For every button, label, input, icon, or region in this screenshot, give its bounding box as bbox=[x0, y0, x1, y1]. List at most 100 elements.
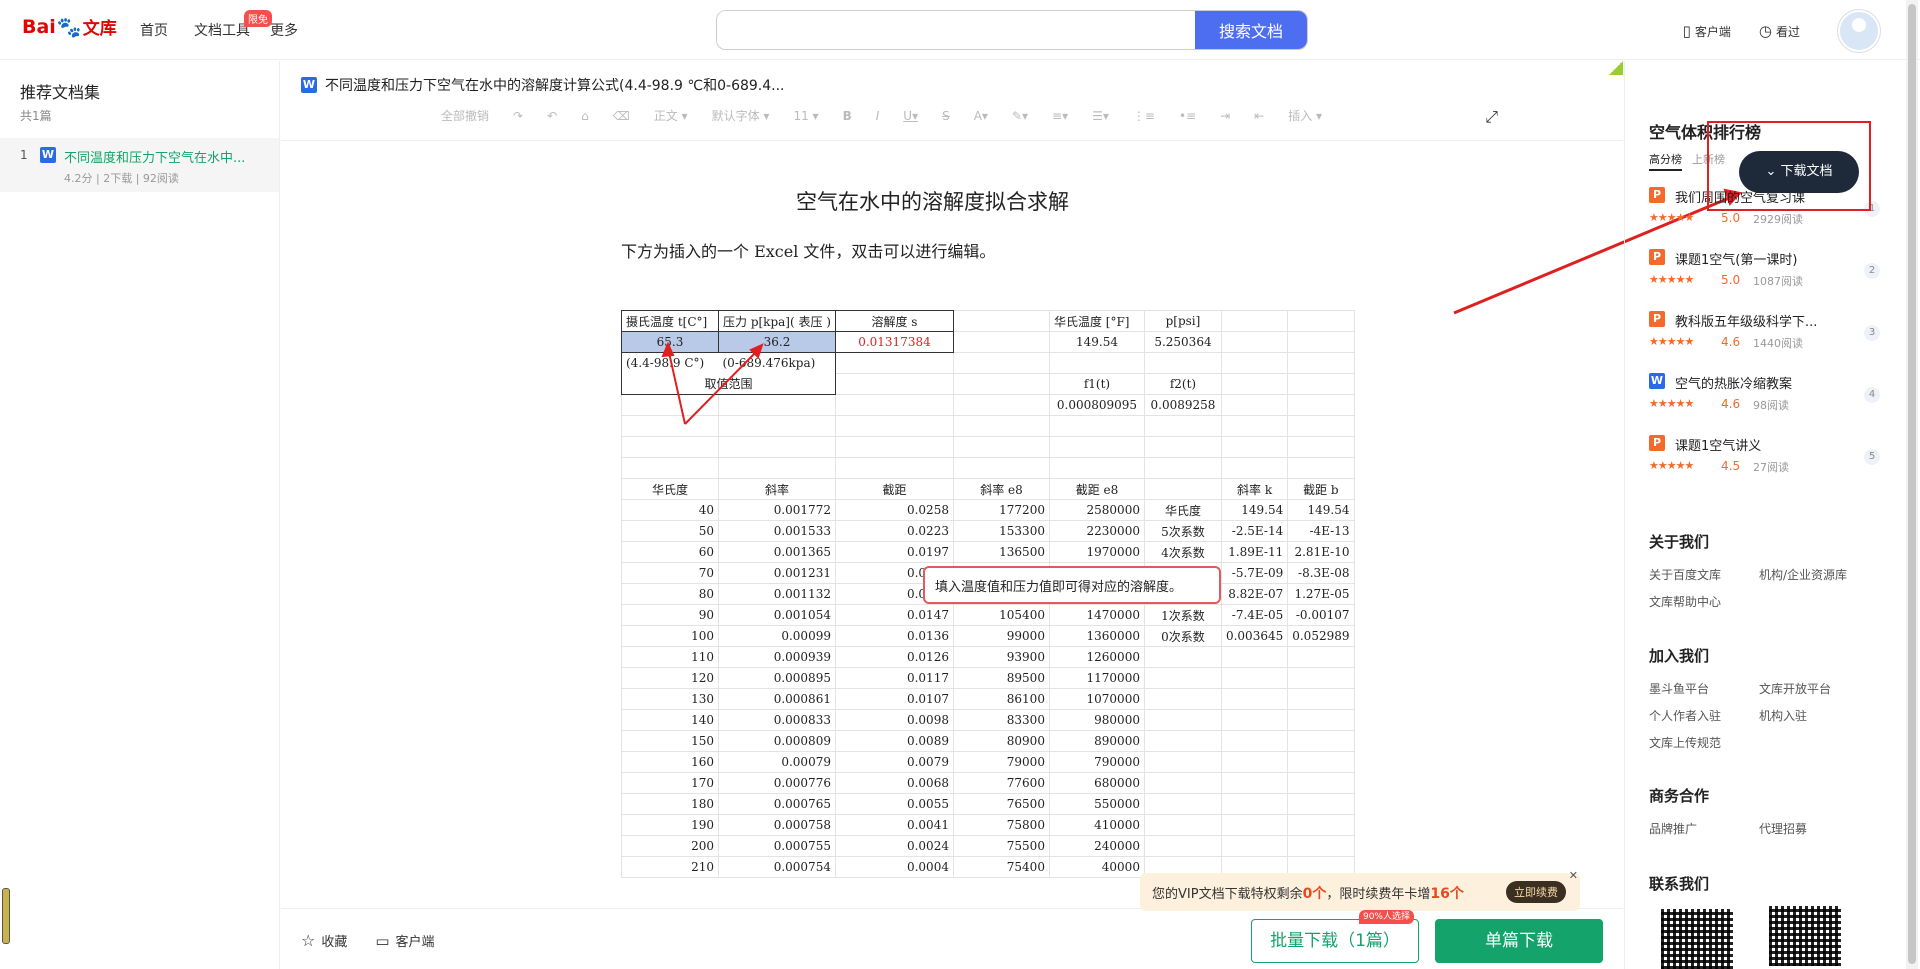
table-cell[interactable]: 0.0223 bbox=[834, 520, 954, 542]
table-cell[interactable]: 153300 bbox=[952, 520, 1050, 542]
table-header-cell[interactable]: 斜率 k bbox=[1220, 478, 1289, 500]
bullet-list-icon[interactable]: •≡ bbox=[1179, 109, 1196, 123]
cell[interactable] bbox=[1287, 394, 1355, 416]
table-cell[interactable] bbox=[1287, 667, 1355, 689]
table-cell[interactable] bbox=[1287, 772, 1355, 794]
table-cell[interactable]: 550000 bbox=[1048, 793, 1145, 815]
search-button[interactable]: 搜索文档 bbox=[1195, 11, 1307, 49]
table-cell[interactable]: 170 bbox=[621, 772, 719, 794]
table-cell[interactable]: 210 bbox=[621, 856, 719, 878]
table-cell[interactable]: 0.000758 bbox=[718, 814, 836, 836]
cell[interactable] bbox=[1287, 457, 1355, 479]
table-cell[interactable]: 0.0117 bbox=[834, 667, 954, 689]
table-cell[interactable] bbox=[1220, 835, 1289, 857]
table-cell[interactable] bbox=[1220, 793, 1289, 815]
table-cell[interactable]: 150 bbox=[621, 730, 719, 752]
about-link[interactable]: 关于百度文库 bbox=[1649, 566, 1759, 583]
cell[interactable] bbox=[952, 394, 1050, 416]
close-icon[interactable]: ✕ bbox=[1569, 869, 1578, 882]
join-link[interactable]: 墨斗鱼平台 bbox=[1649, 680, 1759, 697]
table-cell[interactable]: 0.001365 bbox=[718, 541, 836, 563]
table-cell[interactable]: 0.0004 bbox=[834, 856, 954, 878]
cell[interactable] bbox=[1143, 436, 1222, 458]
table-cell[interactable]: 0.001231 bbox=[718, 562, 836, 584]
table-cell[interactable]: 105400 bbox=[952, 604, 1050, 626]
batch-download-button[interactable]: 批量下载（1篇） 90%人选择 bbox=[1251, 910, 1419, 963]
cell[interactable] bbox=[834, 373, 954, 395]
table-cell[interactable]: 0.000939 bbox=[718, 646, 836, 668]
table-cell[interactable]: 180 bbox=[621, 793, 719, 815]
table-cell[interactable] bbox=[1143, 793, 1222, 815]
table-cell[interactable]: 93900 bbox=[952, 646, 1050, 668]
cell[interactable] bbox=[1220, 373, 1289, 395]
nav-more[interactable]: 更多 bbox=[270, 20, 298, 40]
client-link[interactable]: ▯ 客户端 bbox=[1683, 22, 1731, 40]
table-cell[interactable]: 149.54 bbox=[1220, 499, 1289, 521]
table-cell[interactable] bbox=[1287, 835, 1355, 857]
table-cell[interactable]: 0.00079 bbox=[718, 751, 836, 773]
table-cell[interactable]: 77600 bbox=[952, 772, 1050, 794]
table-cell[interactable]: 86100 bbox=[952, 688, 1050, 710]
baidu-wenku-logo[interactable]: Bai 🐾 文库 bbox=[22, 14, 117, 40]
table-cell[interactable]: 0.000776 bbox=[718, 772, 836, 794]
table-cell[interactable]: 83300 bbox=[952, 709, 1050, 731]
cell[interactable] bbox=[1048, 436, 1145, 458]
undo-all-button[interactable]: 全部撤销 bbox=[441, 107, 489, 124]
cell[interactable] bbox=[718, 436, 836, 458]
table-cell[interactable] bbox=[1143, 667, 1222, 689]
table-cell[interactable]: 0.000765 bbox=[718, 793, 836, 815]
table-cell[interactable]: -0.00107 bbox=[1287, 604, 1355, 626]
table-cell[interactable]: 99000 bbox=[952, 625, 1050, 647]
table-cell[interactable]: -7.4E-05 bbox=[1220, 604, 1289, 626]
table-cell[interactable]: 0.00099 bbox=[718, 625, 836, 647]
table-cell[interactable]: 1次系数 bbox=[1143, 604, 1222, 626]
table-cell[interactable]: 410000 bbox=[1048, 814, 1145, 836]
table-cell[interactable]: 1360000 bbox=[1048, 625, 1145, 647]
cell[interactable] bbox=[1220, 436, 1289, 458]
cell[interactable] bbox=[621, 457, 719, 479]
table-cell[interactable]: 0次系数 bbox=[1143, 625, 1222, 647]
highlight-icon[interactable]: ✎▾ bbox=[1012, 109, 1028, 123]
cell[interactable]: (0-689.476kpa) bbox=[718, 352, 836, 374]
table-cell[interactable]: 2.81E-10 bbox=[1287, 541, 1355, 563]
table-cell[interactable]: 89500 bbox=[952, 667, 1050, 689]
table-cell[interactable]: 0.000861 bbox=[718, 688, 836, 710]
cell[interactable] bbox=[952, 310, 1050, 332]
cell[interactable] bbox=[834, 394, 954, 416]
table-cell[interactable]: 60 bbox=[621, 541, 719, 563]
table-cell[interactable]: 2230000 bbox=[1048, 520, 1145, 542]
table-cell[interactable] bbox=[1143, 646, 1222, 668]
table-cell[interactable] bbox=[1287, 688, 1355, 710]
table-cell[interactable] bbox=[1143, 814, 1222, 836]
table-cell[interactable] bbox=[1143, 730, 1222, 752]
cell[interactable]: f2(t) bbox=[1143, 373, 1222, 395]
table-cell[interactable]: 1970000 bbox=[1048, 541, 1145, 563]
left-scroll-handle[interactable] bbox=[2, 888, 10, 944]
rank-item[interactable]: W 空气的热胀冷缩教案 ★★★★★ 4.6 98阅读 4 bbox=[1649, 373, 1889, 435]
align-icon[interactable]: ≡▾ bbox=[1052, 109, 1068, 123]
table-cell[interactable]: 40 bbox=[621, 499, 719, 521]
table-cell[interactable]: 177200 bbox=[952, 499, 1050, 521]
cell[interactable]: f1(t) bbox=[1048, 373, 1145, 395]
solubility-result-cell[interactable]: 0.01317384 bbox=[834, 331, 954, 353]
table-cell[interactable]: -4E-13 bbox=[1287, 520, 1355, 542]
table-cell[interactable]: 890000 bbox=[1048, 730, 1145, 752]
table-cell[interactable]: 1470000 bbox=[1048, 604, 1145, 626]
strikethrough-icon[interactable]: S bbox=[942, 109, 950, 123]
table-cell[interactable]: 0.0136 bbox=[834, 625, 954, 647]
underline-icon[interactable]: U▾ bbox=[903, 109, 918, 123]
eraser-icon[interactable]: ⌫ bbox=[613, 109, 630, 123]
page-scrollbar[interactable] bbox=[1906, 0, 1918, 969]
table-cell[interactable]: 200 bbox=[621, 835, 719, 857]
table-cell[interactable]: 0.0126 bbox=[834, 646, 954, 668]
fullscreen-icon[interactable]: ⤢ bbox=[1485, 107, 1498, 127]
table-cell[interactable]: 0.0041 bbox=[834, 814, 954, 836]
table-cell[interactable] bbox=[1143, 688, 1222, 710]
table-cell[interactable]: 80900 bbox=[952, 730, 1050, 752]
indent-icon[interactable]: ⇥ bbox=[1220, 109, 1230, 123]
table-cell[interactable] bbox=[1143, 772, 1222, 794]
cell[interactable] bbox=[834, 352, 954, 374]
table-cell[interactable]: 5次系数 bbox=[1143, 520, 1222, 542]
rank-item[interactable]: P 教科版五年级级科学下... ★★★★★ 4.6 1440阅读 3 bbox=[1649, 311, 1889, 373]
table-cell[interactable]: 0.0197 bbox=[834, 541, 954, 563]
